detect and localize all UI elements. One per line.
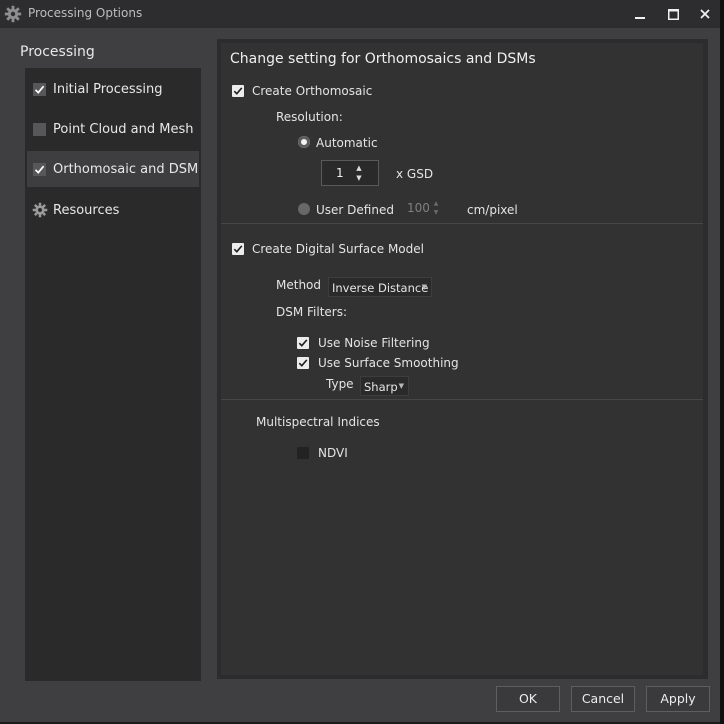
- stepper-down-icon[interactable]: ▼: [431, 209, 441, 217]
- ndvi-checkbox[interactable]: [297, 447, 309, 459]
- type-value: Sharp: [364, 380, 398, 394]
- create-dsm-checkbox[interactable]: [232, 243, 244, 255]
- chevron-down-icon: ▼: [398, 382, 404, 390]
- stepper-down-icon[interactable]: ▼: [354, 173, 364, 183]
- user-defined-value: 100: [407, 201, 430, 215]
- user-defined-label: User Defined: [316, 203, 394, 217]
- maximize-icon: [667, 8, 679, 20]
- cancel-button[interactable]: Cancel: [571, 686, 635, 712]
- sidebar-header: Processing: [20, 44, 95, 60]
- minimize-button[interactable]: [624, 0, 656, 28]
- settings-panel: Change setting for Orthomosaics and DSMs…: [217, 39, 708, 679]
- sidebar-item-point-cloud-and-mesh[interactable]: Point Cloud and Mesh: [27, 111, 199, 147]
- window-edge: [720, 0, 724, 724]
- window-title: Processing Options: [28, 6, 143, 20]
- user-defined-stepper[interactable]: 100 ▲ ▼: [401, 198, 457, 220]
- gsd-unit-label: x GSD: [396, 167, 434, 181]
- sidebar: Initial Processing Point Cloud and Mesh …: [25, 68, 201, 681]
- sidebar-item-label: Resources: [53, 203, 120, 218]
- ok-button[interactable]: OK: [496, 686, 560, 712]
- surface-smoothing-label: Use Surface Smoothing: [318, 356, 459, 370]
- dsm-filters-label: DSM Filters:: [276, 305, 348, 319]
- chevron-down-icon: ▼: [421, 283, 427, 291]
- sidebar-item-initial-processing[interactable]: Initial Processing: [27, 71, 199, 107]
- method-select[interactable]: Inverse Distance ▼: [328, 277, 432, 297]
- noise-filtering-checkbox[interactable]: [297, 337, 309, 349]
- checkmark-icon: [298, 339, 308, 347]
- resolution-label: Resolution:: [276, 110, 343, 124]
- type-label: Type: [326, 377, 354, 391]
- page-title: Change setting for Orthomosaics and DSMs: [230, 51, 536, 67]
- initial-processing-checkbox[interactable]: [33, 83, 46, 96]
- minimize-icon: [635, 17, 645, 19]
- close-button[interactable]: [689, 0, 721, 28]
- sidebar-item-label: Point Cloud and Mesh: [53, 122, 194, 137]
- point-cloud-and-mesh-checkbox[interactable]: [33, 123, 46, 136]
- title-bar: Processing Options: [0, 0, 720, 28]
- checkmark-icon: [233, 245, 243, 253]
- maximize-button[interactable]: [657, 0, 689, 28]
- sidebar-item-orthomosaic-and-dsm[interactable]: Orthomosaic and DSM: [27, 151, 199, 187]
- stepper-up-icon[interactable]: ▲: [354, 163, 364, 173]
- orthomosaic-and-dsm-checkbox[interactable]: [33, 163, 46, 176]
- checkmark-icon: [34, 165, 45, 174]
- surface-smoothing-checkbox[interactable]: [297, 357, 309, 369]
- checkmark-icon: [34, 85, 45, 94]
- gear-icon: [32, 202, 48, 218]
- create-dsm-label: Create Digital Surface Model: [252, 242, 424, 256]
- cm-per-pixel-label: cm/pixel: [467, 203, 518, 217]
- type-select[interactable]: Sharp ▼: [360, 376, 409, 396]
- checkmark-icon: [298, 359, 308, 367]
- gsd-value: 1: [336, 166, 344, 180]
- create-orthomosaic-label: Create Orthomosaic: [252, 84, 373, 98]
- divider: [221, 399, 703, 400]
- noise-filtering-label: Use Noise Filtering: [318, 336, 430, 350]
- gear-icon: [4, 5, 22, 23]
- multispectral-header: Multispectral Indices: [256, 415, 380, 429]
- automatic-label: Automatic: [316, 136, 378, 150]
- checkmark-icon: [233, 87, 243, 95]
- method-value: Inverse Distance: [332, 281, 429, 295]
- method-label: Method: [276, 278, 322, 292]
- stepper-up-icon[interactable]: ▲: [431, 200, 441, 208]
- apply-button[interactable]: Apply: [646, 686, 710, 712]
- sidebar-item-resources[interactable]: Resources: [27, 192, 199, 228]
- sidebar-item-label: Initial Processing: [53, 82, 163, 97]
- divider: [221, 223, 703, 224]
- processing-options-window: Processing Options Processing Initial Pr…: [0, 0, 720, 722]
- create-orthomosaic-checkbox[interactable]: [232, 85, 244, 97]
- close-icon: [700, 9, 710, 19]
- automatic-radio[interactable]: [298, 136, 310, 148]
- settings-content: Change setting for Orthomosaics and DSMs…: [221, 43, 703, 675]
- ndvi-label: NDVI: [318, 446, 348, 460]
- gsd-stepper[interactable]: 1 ▲ ▼: [321, 160, 379, 186]
- user-defined-radio[interactable]: [298, 203, 310, 215]
- sidebar-item-label: Orthomosaic and DSM: [53, 162, 199, 177]
